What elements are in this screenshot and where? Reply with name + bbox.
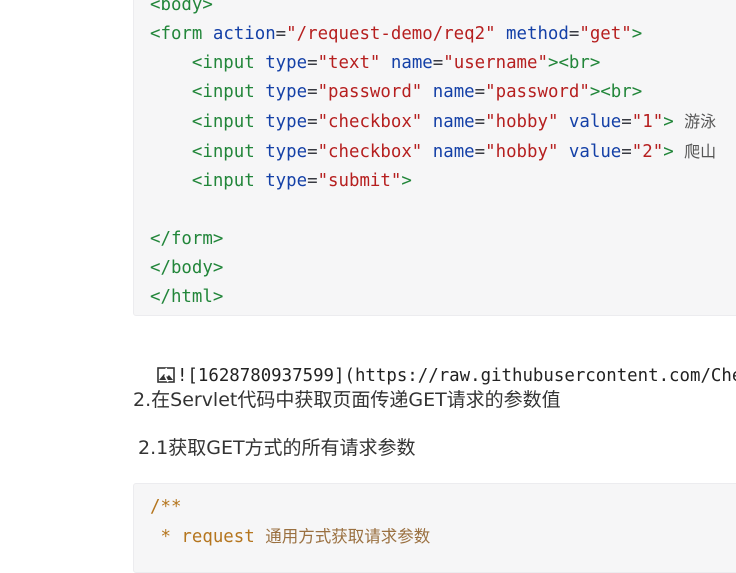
- subsection-heading: 2.1获取GET方式的所有请求参数: [138, 437, 416, 459]
- code-line: <input type="checkbox" name="hobby" valu…: [191, 142, 717, 162]
- code-block-java: /** * request 通用方式获取请求参数: [133, 483, 736, 573]
- code-content: <body> <form action="/request-demo/req2" …: [150, 0, 716, 312]
- code-line: <body>: [150, 0, 213, 15]
- code-line: </form>: [150, 229, 224, 249]
- code-line: <input type="text" name="username"><br>: [191, 53, 601, 73]
- section-heading: 2.在Servlet代码中获取页面传递GET请求的参数值: [133, 389, 561, 411]
- code-block-html-form: <body> <form action="/request-demo/req2" …: [133, 0, 736, 316]
- broken-image-link[interactable]: ![1628780937599](https://raw.githubuserc…: [136, 337, 736, 389]
- code-line: <input type="checkbox" name="hobby" valu…: [191, 112, 717, 132]
- code-line: </body>: [150, 258, 224, 278]
- code-line: </html>: [150, 287, 224, 307]
- code-line: /**: [150, 497, 182, 517]
- code-line: <form action="/request-demo/req2" method…: [150, 24, 643, 44]
- code-line: * request 通用方式获取请求参数: [150, 527, 431, 547]
- code-line: <input type="submit">: [191, 171, 412, 191]
- code-content: /** * request 通用方式获取请求参数: [150, 493, 430, 552]
- code-line: <input type="password" name="password"><…: [191, 82, 643, 102]
- broken-image-icon: [157, 367, 175, 383]
- image-markdown-text: ![1628780937599](https://raw.githubuserc…: [176, 366, 736, 386]
